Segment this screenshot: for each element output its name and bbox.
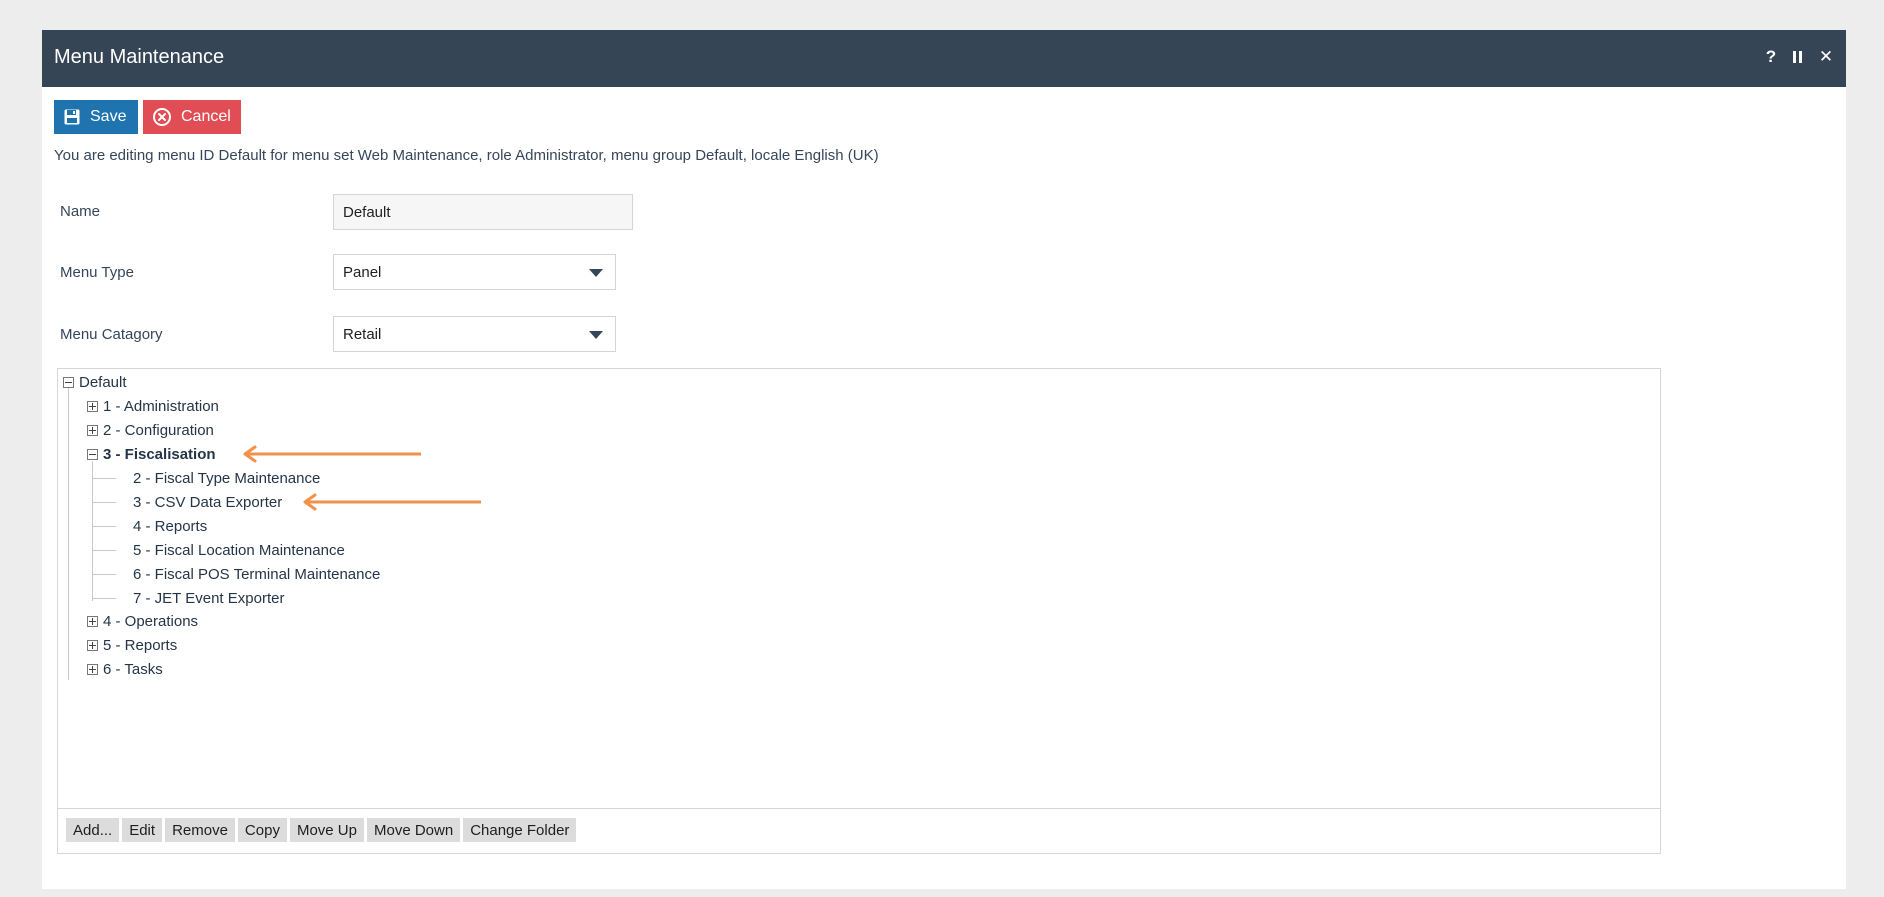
name-input[interactable]: Default xyxy=(333,194,633,230)
add-button[interactable]: Add... xyxy=(66,818,120,842)
tree-item[interactable]: 7 - JET Event Exporter xyxy=(133,587,284,609)
tree-connector xyxy=(92,478,116,479)
menu-tree-panel: Default 1 - Administration 2 - Configura… xyxy=(57,368,1661,854)
expand-icon[interactable] xyxy=(87,663,98,675)
tree-item-label[interactable]: 3 - CSV Data Exporter xyxy=(133,494,282,511)
tree-folder-label[interactable]: 2 - Configuration xyxy=(103,422,214,439)
pause-bars xyxy=(1792,51,1802,63)
chevron-down-icon xyxy=(589,269,603,277)
tree-folder-label[interactable]: 1 - Administration xyxy=(103,398,219,415)
tree-folder-configuration[interactable]: 2 - Configuration xyxy=(87,419,214,441)
remove-button[interactable]: Remove xyxy=(165,818,235,842)
save-button[interactable]: Save xyxy=(54,100,138,134)
menu-type-select[interactable]: Panel xyxy=(333,254,616,290)
name-label: Name xyxy=(60,203,101,220)
save-label: Save xyxy=(90,108,127,125)
tree-item[interactable]: 4 - Reports xyxy=(133,515,207,537)
tree-folder-label[interactable]: 3 - Fiscalisation xyxy=(103,446,216,463)
name-input-value: Default xyxy=(343,203,391,221)
menu-tree: Default 1 - Administration 2 - Configura… xyxy=(58,369,1660,809)
tree-item[interactable]: 6 - Fiscal POS Terminal Maintenance xyxy=(133,563,380,585)
tree-item-label[interactable]: 4 - Reports xyxy=(133,518,207,535)
floppy-disk-icon xyxy=(64,109,80,125)
menu-type-label: Menu Type xyxy=(60,264,134,281)
menu-category-value: Retail xyxy=(343,325,382,343)
menu-type-value: Panel xyxy=(343,263,382,281)
expand-icon[interactable] xyxy=(87,639,98,651)
close-icon[interactable]: ✕ xyxy=(1813,42,1839,72)
menu-maintenance-window: Menu Maintenance ? ✕ Save Cancel You are… xyxy=(42,30,1846,889)
tree-folder-label[interactable]: 4 - Operations xyxy=(103,613,198,630)
tree-folder-fiscalisation[interactable]: 3 - Fiscalisation xyxy=(87,443,216,465)
tree-item[interactable]: 5 - Fiscal Location Maintenance xyxy=(133,539,345,561)
tree-connector xyxy=(92,502,116,503)
tree-folder-operations[interactable]: 4 - Operations xyxy=(87,610,198,632)
tree-folder-administration[interactable]: 1 - Administration xyxy=(87,395,219,417)
tree-folder-reports[interactable]: 5 - Reports xyxy=(87,634,177,656)
tree-item-label[interactable]: 6 - Fiscal POS Terminal Maintenance xyxy=(133,566,380,583)
tree-item-label[interactable]: 5 - Fiscal Location Maintenance xyxy=(133,542,345,559)
editing-info-text: You are editing menu ID Default for menu… xyxy=(54,147,879,164)
copy-button[interactable]: Copy xyxy=(237,818,287,842)
tree-connector xyxy=(92,574,116,575)
annotation-arrow-icon xyxy=(303,493,481,511)
pause-icon[interactable] xyxy=(1784,42,1810,72)
collapse-icon[interactable] xyxy=(87,448,98,460)
menu-category-label: Menu Catagory xyxy=(60,326,163,343)
chevron-down-icon xyxy=(589,331,603,339)
tree-connector xyxy=(92,598,116,599)
title-bar: Menu Maintenance ? ✕ xyxy=(42,30,1846,87)
tree-connector xyxy=(68,382,69,680)
tree-connector xyxy=(92,461,93,601)
tree-connector xyxy=(92,526,116,527)
expand-icon[interactable] xyxy=(87,424,98,436)
tree-root[interactable]: Default xyxy=(63,371,127,393)
tree-folder-label[interactable]: 5 - Reports xyxy=(103,637,177,654)
cancel-label: Cancel xyxy=(181,108,231,125)
window-title: Menu Maintenance xyxy=(54,46,225,68)
tree-item[interactable]: 2 - Fiscal Type Maintenance xyxy=(133,467,320,489)
tree-item-label[interactable]: 2 - Fiscal Type Maintenance xyxy=(133,470,320,487)
tree-item[interactable]: 3 - CSV Data Exporter xyxy=(133,491,282,513)
help-icon[interactable]: ? xyxy=(1758,42,1784,72)
tree-connector xyxy=(92,550,116,551)
collapse-icon[interactable] xyxy=(63,376,74,388)
move-down-button[interactable]: Move Down xyxy=(366,818,461,842)
change-folder-button[interactable]: Change Folder xyxy=(463,818,577,842)
cancel-circle-icon xyxy=(153,108,171,126)
annotation-arrow-icon xyxy=(243,445,421,463)
tree-toolbar: Add... Edit Remove Copy Move Up Move Dow… xyxy=(66,818,577,842)
menu-category-select[interactable]: Retail xyxy=(333,316,616,352)
edit-button[interactable]: Edit xyxy=(122,818,163,842)
tree-root-label[interactable]: Default xyxy=(79,374,127,391)
tree-folder-tasks[interactable]: 6 - Tasks xyxy=(87,658,163,680)
expand-icon[interactable] xyxy=(87,400,98,412)
tree-item-label[interactable]: 7 - JET Event Exporter xyxy=(133,590,284,607)
tree-folder-label[interactable]: 6 - Tasks xyxy=(103,661,163,678)
move-up-button[interactable]: Move Up xyxy=(289,818,364,842)
expand-icon[interactable] xyxy=(87,615,98,627)
cancel-button[interactable]: Cancel xyxy=(143,100,241,134)
